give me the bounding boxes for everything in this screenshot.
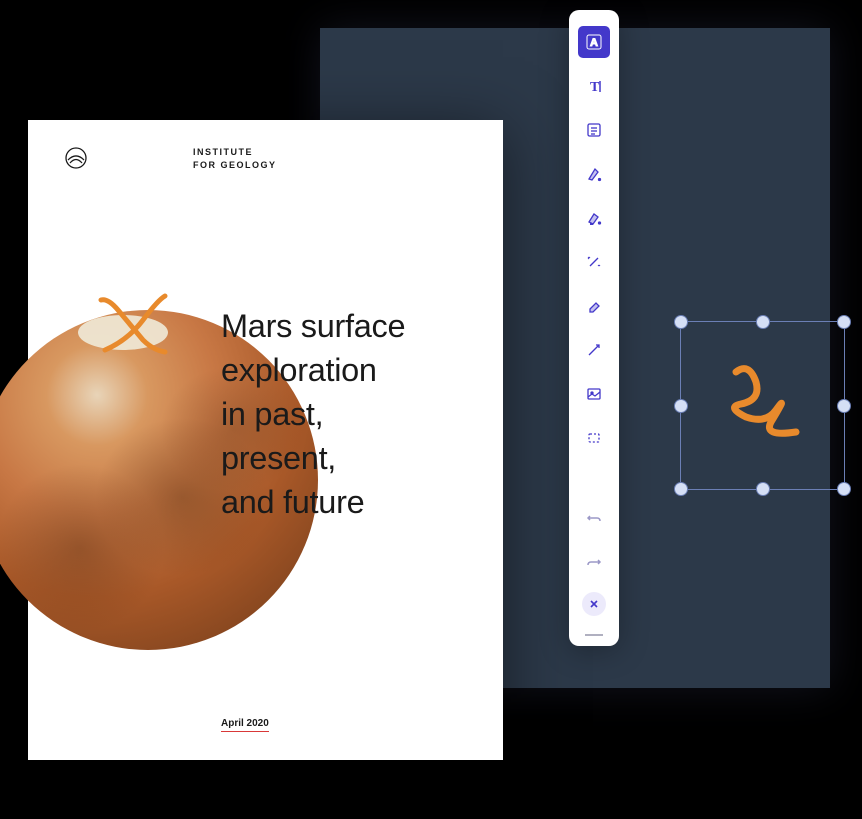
svg-text:T: T — [590, 80, 600, 95]
resize-handle-top-right[interactable] — [837, 315, 851, 329]
line-arrow-tool[interactable] — [578, 334, 610, 366]
institute-line1: INSTITUTE — [193, 146, 277, 159]
pen-tool[interactable] — [578, 158, 610, 190]
image-tool[interactable] — [578, 378, 610, 410]
highlighter-tool[interactable] — [578, 202, 610, 234]
annotation-toolbar: A T — [569, 10, 619, 646]
svg-text:A: A — [590, 37, 598, 49]
logo-icon — [64, 146, 88, 175]
document-title: Mars surface exploration in past, presen… — [221, 305, 405, 524]
resize-handle-bottom-right[interactable] — [837, 482, 851, 496]
title-highlighted[interactable]: rs sur — [266, 308, 345, 344]
magic-wand-tool[interactable] — [578, 246, 610, 278]
undo-button[interactable] — [578, 502, 610, 534]
document-date: April 2020 — [221, 718, 269, 732]
drag-handle-icon[interactable] — [585, 634, 603, 636]
resize-handle-bottom-left[interactable] — [674, 482, 688, 496]
close-button[interactable] — [582, 592, 606, 616]
institute-line2: FOR GEOLOGY — [193, 159, 277, 172]
note-tool[interactable] — [578, 114, 610, 146]
resize-handle-middle-left[interactable] — [674, 399, 688, 413]
redo-button[interactable] — [578, 546, 610, 578]
selection-bounding-box[interactable] — [680, 321, 845, 490]
resize-handle-top-middle[interactable] — [756, 315, 770, 329]
eraser-tool[interactable] — [578, 290, 610, 322]
resize-handle-middle-right[interactable] — [837, 399, 851, 413]
title-part-pre: Ma — [221, 308, 266, 344]
text-cursor-tool[interactable]: T — [578, 70, 610, 102]
institute-label: INSTITUTE FOR GEOLOGY — [193, 146, 277, 171]
x-annotation-mark[interactable] — [93, 290, 183, 360]
resize-handle-top-left[interactable] — [674, 315, 688, 329]
freehand-squiggle[interactable] — [721, 362, 811, 442]
shape-rect-tool[interactable] — [578, 422, 610, 454]
document-page: INSTITUTE FOR GEOLOGY Mars surface explo… — [28, 120, 503, 760]
resize-handle-bottom-middle[interactable] — [756, 482, 770, 496]
document-header: INSTITUTE FOR GEOLOGY — [28, 120, 503, 201]
text-annotation-tool[interactable]: A — [578, 26, 610, 58]
